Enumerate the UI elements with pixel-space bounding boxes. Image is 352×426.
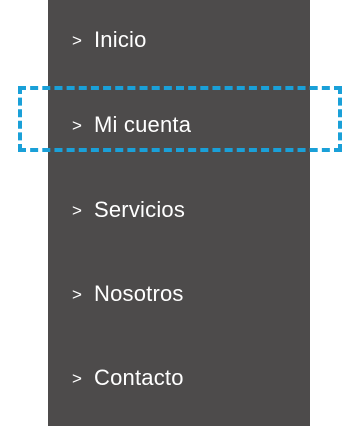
- menu-item-inicio[interactable]: > Inicio: [48, 10, 310, 70]
- chevron-right-icon: >: [72, 30, 82, 50]
- chevron-right-icon: >: [72, 200, 82, 220]
- chevron-right-icon: >: [72, 368, 82, 388]
- menu-item-label: Mi cuenta: [94, 112, 192, 137]
- chevron-right-icon: >: [72, 115, 82, 135]
- menu-item-label: Servicios: [94, 197, 186, 222]
- menu-item-mi-cuenta[interactable]: > Mi cuenta: [48, 95, 310, 155]
- chevron-right-icon: >: [72, 284, 82, 304]
- menu-item-label: Nosotros: [94, 281, 184, 306]
- menu-item-contacto[interactable]: > Contacto: [48, 348, 310, 408]
- menu-item-servicios[interactable]: > Servicios: [48, 180, 310, 240]
- side-menu: > Inicio > Mi cuenta > Servicios > Nosot…: [48, 0, 310, 426]
- menu-item-label: Inicio: [94, 27, 147, 52]
- menu-item-nosotros[interactable]: > Nosotros: [48, 264, 310, 324]
- menu-item-label: Contacto: [94, 365, 184, 390]
